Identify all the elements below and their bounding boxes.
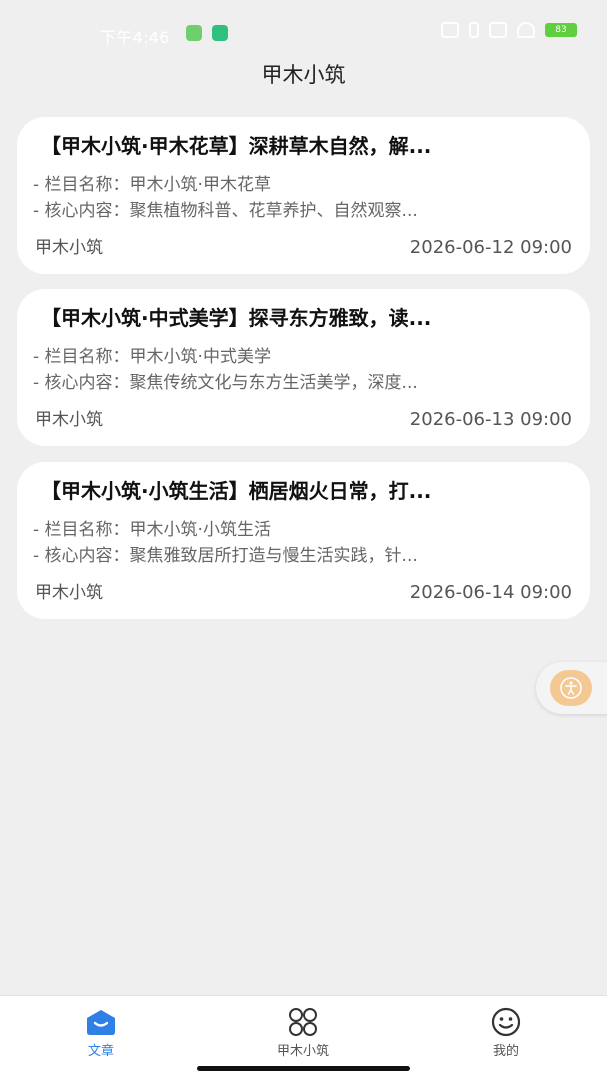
tab-articles[interactable]: 文章	[41, 1006, 161, 1066]
article-date: 2026-06-14 09:00	[409, 582, 572, 603]
article-title: 【甲木小筑·中式美学】探寻东方雅致，读...	[41, 306, 432, 330]
status-time: 下午4:46	[100, 28, 170, 47]
security-notification-icon	[212, 25, 228, 41]
grid-flower-icon	[289, 1008, 317, 1036]
tab-jiamu[interactable]: 甲木小筑	[243, 1006, 363, 1066]
wifi-icon	[517, 22, 535, 38]
app-screen: 下午4:46 83 甲木小筑 【甲木小筑·甲木花草】深耕草木自然，解... - …	[0, 0, 607, 1080]
sim-icon	[489, 22, 507, 38]
article-column-name: - 栏目名称：甲木小筑·甲木花草	[33, 175, 271, 195]
article-source: 甲木小筑	[35, 410, 103, 430]
article-column-name: - 栏目名称：甲木小筑·中式美学	[33, 347, 271, 367]
article-card[interactable]: 【甲木小筑·小筑生活】栖居烟火日常，打... - 栏目名称：甲木小筑·小筑生活 …	[17, 462, 590, 619]
bluetooth-icon	[469, 22, 479, 38]
accessibility-icon	[560, 677, 582, 699]
status-bar: 下午4:46 83	[0, 0, 607, 62]
article-core-content: - 核心内容：聚焦植物科普、花草养护、自然观察...	[33, 201, 418, 221]
accessibility-icon-wrap	[550, 670, 592, 706]
article-title: 【甲木小筑·甲木花草】深耕草木自然，解...	[41, 134, 432, 158]
battery-icon: 83	[545, 23, 577, 37]
tab-profile[interactable]: 我的	[446, 1006, 566, 1066]
status-indicators: 83	[441, 22, 577, 38]
vibrate-icon	[441, 22, 459, 38]
article-source: 甲木小筑	[35, 583, 103, 603]
tab-articles-label: 文章	[87, 1044, 114, 1059]
article-date: 2026-06-12 09:00	[409, 237, 572, 258]
article-source: 甲木小筑	[35, 238, 103, 258]
tab-profile-label: 我的	[492, 1044, 519, 1059]
article-title: 【甲木小筑·小筑生活】栖居烟火日常，打...	[41, 479, 432, 503]
article-card[interactable]: 【甲木小筑·甲木花草】深耕草木自然，解... - 栏目名称：甲木小筑·甲木花草 …	[17, 117, 590, 274]
wechat-notification-icon	[186, 25, 202, 41]
article-date: 2026-06-13 09:00	[409, 409, 572, 430]
page-title: 甲木小筑	[261, 63, 346, 87]
article-card[interactable]: 【甲木小筑·中式美学】探寻东方雅致，读... - 栏目名称：甲木小筑·中式美学 …	[17, 289, 590, 446]
article-core-content: - 核心内容：聚焦雅致居所打造与慢生活实践，针...	[33, 546, 418, 566]
accessibility-float-button[interactable]	[536, 662, 607, 714]
article-home-icon	[87, 1010, 115, 1035]
smiley-profile-icon	[491, 1007, 521, 1037]
article-column-name: - 栏目名称：甲木小筑·小筑生活	[33, 520, 271, 540]
tab-jiamu-label: 甲木小筑	[276, 1044, 329, 1059]
app-header: 甲木小筑	[0, 56, 607, 94]
home-indicator[interactable]	[197, 1066, 410, 1071]
article-core-content: - 核心内容：聚焦传统文化与东方生活美学，深度...	[33, 373, 418, 393]
